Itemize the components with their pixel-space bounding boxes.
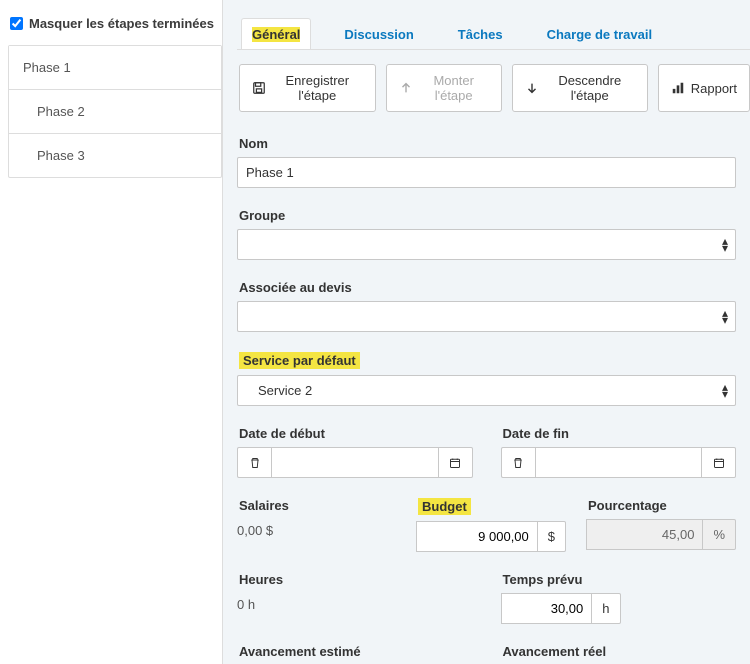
default-service-select[interactable]: Service 2 bbox=[237, 375, 736, 406]
hide-finished-label: Masquer les étapes terminées bbox=[29, 16, 214, 31]
clear-date-start-button[interactable] bbox=[237, 447, 271, 478]
date-end-input[interactable] bbox=[535, 447, 703, 478]
sidebar-item-phase-1[interactable]: Phase 1 bbox=[9, 46, 221, 90]
budget-label: Budget bbox=[418, 498, 471, 515]
date-start-label: Date de début bbox=[239, 426, 325, 441]
real-progress-label: Avancement réel bbox=[503, 644, 607, 659]
budget-input[interactable] bbox=[416, 521, 538, 552]
percent-label: Pourcentage bbox=[588, 498, 667, 513]
phase-list: Phase 1 Phase 2 Phase 3 bbox=[8, 45, 222, 178]
percent-input bbox=[586, 519, 703, 550]
group-label: Groupe bbox=[239, 208, 285, 223]
group-select[interactable] bbox=[237, 229, 736, 260]
clear-date-end-button[interactable] bbox=[501, 447, 535, 478]
date-end-label: Date de fin bbox=[503, 426, 569, 441]
percent-unit: % bbox=[703, 519, 736, 550]
quote-label: Associée au devis bbox=[239, 280, 352, 295]
report-button[interactable]: Rapport bbox=[658, 64, 750, 112]
tab-workload[interactable]: Charge de travail bbox=[536, 18, 664, 49]
quote-select[interactable] bbox=[237, 301, 736, 332]
default-service-label: Service par défaut bbox=[239, 352, 360, 369]
arrow-up-icon bbox=[399, 81, 413, 95]
budget-unit: $ bbox=[538, 521, 566, 552]
tab-tasks[interactable]: Tâches bbox=[447, 18, 514, 49]
date-end-picker-button[interactable] bbox=[702, 447, 736, 478]
hide-finished-checkbox[interactable]: Masquer les étapes terminées bbox=[8, 10, 222, 45]
name-input[interactable] bbox=[237, 157, 736, 188]
sidebar-item-phase-3[interactable]: Phase 3 bbox=[9, 134, 221, 177]
date-start-picker-button[interactable] bbox=[439, 447, 473, 478]
move-down-button[interactable]: Descendre l'étape bbox=[512, 64, 648, 112]
save-button[interactable]: Enregistrer l'étape bbox=[239, 64, 376, 112]
toolbar: Enregistrer l'étape Monter l'étape Desce… bbox=[237, 50, 750, 130]
save-icon bbox=[252, 81, 266, 95]
planned-time-unit: h bbox=[592, 593, 620, 624]
tab-general[interactable]: Général bbox=[241, 18, 311, 49]
hours-value: 0 h bbox=[237, 597, 473, 612]
bar-chart-icon bbox=[671, 81, 685, 95]
est-progress-label: Avancement estimé bbox=[239, 644, 361, 659]
arrow-down-icon bbox=[525, 81, 539, 95]
salary-label: Salaires bbox=[239, 498, 289, 513]
trash-icon bbox=[249, 457, 261, 469]
move-up-button: Monter l'étape bbox=[386, 64, 502, 112]
trash-icon bbox=[512, 457, 524, 469]
name-label: Nom bbox=[239, 136, 268, 151]
tab-discussion[interactable]: Discussion bbox=[333, 18, 424, 49]
hide-finished-input[interactable] bbox=[10, 17, 23, 30]
hours-label: Heures bbox=[239, 572, 283, 587]
tab-bar: Général Discussion Tâches Charge de trav… bbox=[237, 18, 750, 50]
planned-time-label: Temps prévu bbox=[503, 572, 583, 587]
planned-time-input[interactable] bbox=[501, 593, 593, 624]
calendar-icon bbox=[713, 457, 725, 469]
salary-value: 0,00 $ bbox=[237, 523, 388, 538]
date-start-input[interactable] bbox=[271, 447, 439, 478]
calendar-icon bbox=[449, 457, 461, 469]
sidebar-item-phase-2[interactable]: Phase 2 bbox=[9, 90, 221, 134]
